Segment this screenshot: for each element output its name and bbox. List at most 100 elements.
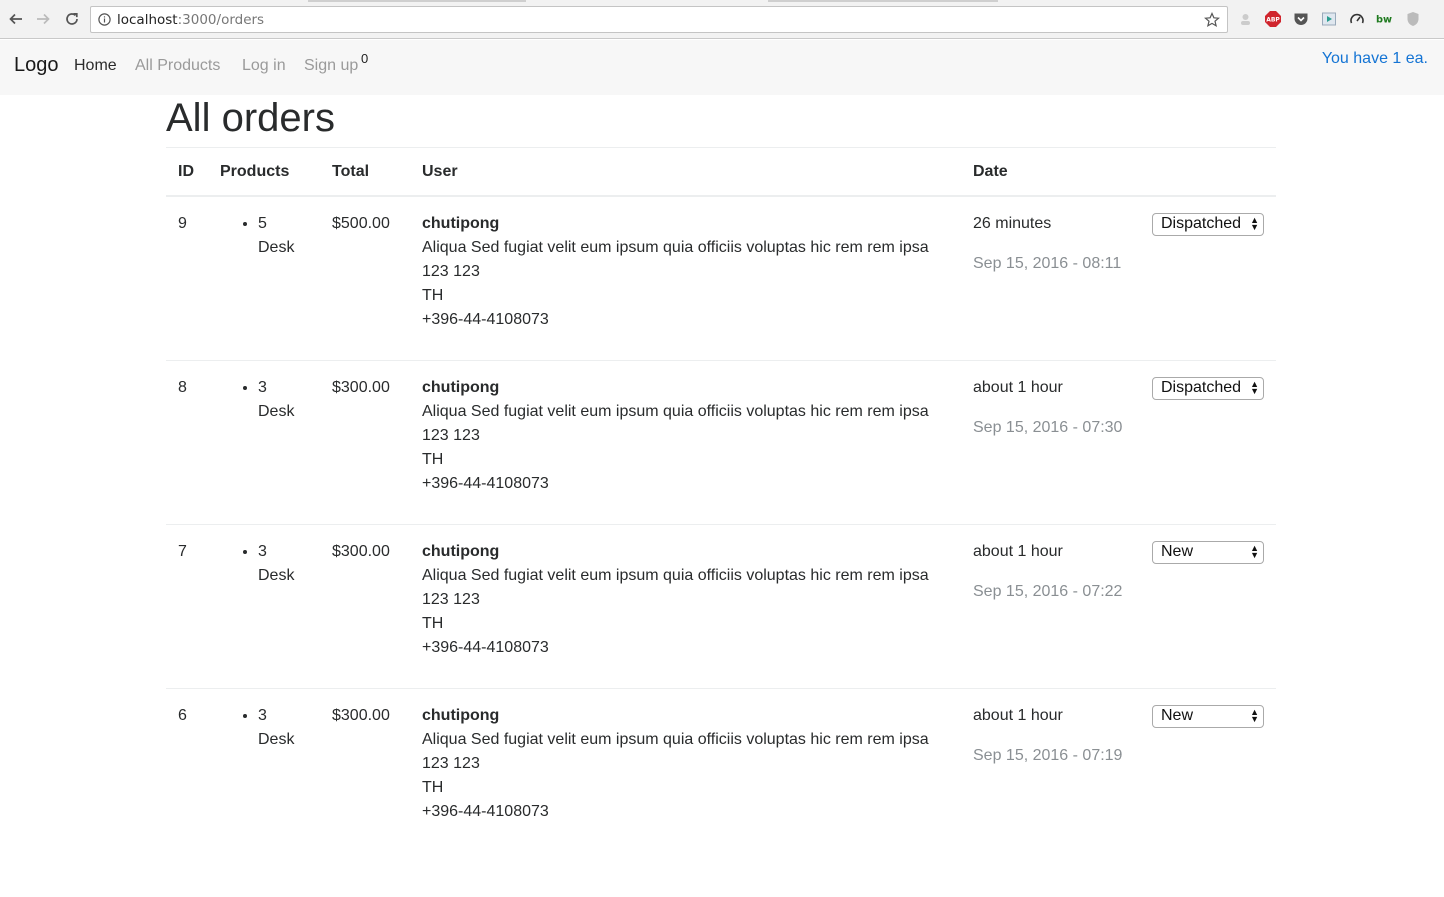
user-name: chutipong: [422, 215, 500, 232]
date-absolute: Sep 15, 2016 - 07:19: [973, 747, 1123, 764]
reload-icon[interactable]: [61, 8, 83, 30]
product-list: 3 Desk: [220, 704, 308, 752]
user-country: TH: [422, 287, 444, 304]
user-country: TH: [422, 451, 444, 468]
status-value: New: [1161, 543, 1194, 560]
user-name: chutipong: [422, 543, 500, 560]
table-row: 9 5 Desk $500.00 chutipong Aliqua Sed fug…: [166, 196, 1276, 361]
url-text: localhost:3000/orders: [117, 12, 264, 28]
order-total: $500.00: [332, 215, 390, 232]
order-date: about 1 hour Sep 15, 2016 - 07:30: [961, 360, 1140, 525]
site-navbar: Logo Home All Products Log in Sign up 0 …: [0, 40, 1444, 95]
svg-text:ABP: ABP: [1266, 17, 1280, 24]
table-header-row: ID Products Total User Date: [166, 147, 1276, 197]
date-absolute: Sep 15, 2016 - 07:22: [973, 583, 1123, 600]
order-status-cell: Dispatched ▲ ▼: [1140, 196, 1276, 361]
user-address: Aliqua Sed fugiat velit eum ipsum quia o…: [422, 239, 929, 256]
svg-text:bw: bw: [1376, 15, 1392, 26]
cart-count-badge: 0: [361, 51, 369, 66]
user-phone: +396-44-4108073: [422, 639, 549, 656]
order-user: chutipong Aliqua Sed fugiat velit eum ip…: [410, 688, 961, 852]
header-products: Products: [208, 147, 320, 197]
product-list: 3 Desk: [220, 376, 308, 424]
speed-icon[interactable]: [1349, 11, 1365, 27]
user-postcode: 123 123: [422, 755, 480, 772]
bookmark-star-icon[interactable]: [1204, 12, 1220, 33]
order-total: $300.00: [320, 360, 410, 525]
user-address: Aliqua Sed fugiat velit eum ipsum quia o…: [422, 731, 929, 748]
date-relative: about 1 hour: [973, 707, 1063, 724]
date-relative: 26 minutes: [973, 215, 1052, 232]
order-products: 3 Desk: [208, 360, 320, 525]
order-status-cell: New ▲ ▼: [1140, 688, 1276, 852]
page-title: All orders: [166, 96, 335, 140]
url-path: :3000/orders: [177, 12, 265, 28]
product-qty: 5: [258, 215, 267, 232]
brand-logo[interactable]: Logo: [14, 54, 59, 77]
extension-person-icon[interactable]: [1237, 11, 1253, 27]
address-bar[interactable]: localhost:3000/orders: [90, 6, 1228, 33]
user-country: TH: [422, 779, 444, 796]
product-list: 3 Desk: [220, 540, 308, 588]
info-icon[interactable]: [98, 13, 111, 31]
status-value: Dispatched: [1161, 215, 1242, 232]
select-arrows-icon: ▲ ▼: [1250, 707, 1259, 724]
order-id: 6: [166, 688, 208, 852]
date-relative: about 1 hour: [973, 379, 1063, 396]
user-phone: +396-44-4108073: [422, 311, 549, 328]
order-total: $300.00: [320, 524, 410, 689]
order-products: 5 Desk: [208, 196, 320, 361]
product-item: 3 Desk: [258, 540, 308, 588]
orders-table: ID Products Total User Date 9 5 Desk $500…: [166, 147, 1276, 852]
shield-icon[interactable]: [1405, 11, 1421, 27]
order-date: about 1 hour Sep 15, 2016 - 07:22: [961, 524, 1140, 689]
table-row: 7 3 Desk $300.00 chutipong Aliqua Sed fug…: [166, 524, 1276, 689]
order-user: chutipong Aliqua Sed fugiat velit eum ip…: [410, 524, 961, 689]
url-host: localhost: [117, 12, 178, 28]
user-postcode: 123 123: [422, 427, 480, 444]
select-arrows-icon: ▲ ▼: [1250, 215, 1259, 232]
table-row: 6 3 Desk $300.00 chutipong Aliqua Sed fug…: [166, 688, 1276, 852]
user-phone: +396-44-4108073: [422, 475, 549, 492]
back-arrow-icon[interactable]: [5, 8, 27, 30]
product-item: 3 Desk: [258, 376, 308, 424]
order-user: chutipong Aliqua Sed fugiat velit eum ip…: [410, 196, 961, 361]
order-products: 3 Desk: [208, 524, 320, 689]
header-total: Total: [320, 147, 410, 197]
order-status-cell: New ▲ ▼: [1140, 524, 1276, 689]
header-status: [1140, 147, 1276, 197]
product-list: 5 Desk: [220, 212, 308, 260]
header-user: User: [410, 147, 961, 197]
order-products: 3 Desk: [208, 688, 320, 852]
browser-toolbar: localhost:3000/orders ABP bw: [0, 0, 1444, 39]
order-id: 7: [166, 524, 208, 689]
cart-link[interactable]: You have 1 ea.: [1322, 50, 1428, 68]
adblock-icon[interactable]: ABP: [1265, 11, 1281, 27]
extension-bw-icon[interactable]: bw: [1376, 11, 1392, 27]
order-user: chutipong Aliqua Sed fugiat velit eum ip…: [410, 360, 961, 525]
status-select[interactable]: Dispatched ▲ ▼: [1152, 212, 1264, 236]
nav-link-sign-up[interactable]: Sign up: [304, 57, 358, 75]
product-item: 3 Desk: [258, 704, 308, 752]
nav-link-home[interactable]: Home: [74, 57, 117, 75]
nav-link-log-in[interactable]: Log in: [242, 57, 286, 75]
nav-link-all-products[interactable]: All Products: [135, 57, 220, 75]
user-postcode: 123 123: [422, 591, 480, 608]
user-address: Aliqua Sed fugiat velit eum ipsum quia o…: [422, 567, 929, 584]
cast-icon[interactable]: [1321, 11, 1337, 27]
pocket-icon[interactable]: [1293, 11, 1309, 27]
status-select[interactable]: Dispatched ▲ ▼: [1152, 376, 1264, 400]
table-row: 8 3 Desk $300.00 chutipong Aliqua Sed fug…: [166, 360, 1276, 525]
user-name: chutipong: [422, 707, 500, 724]
status-select[interactable]: New ▲ ▼: [1152, 540, 1264, 564]
user-phone: +396-44-4108073: [422, 803, 549, 820]
forward-arrow-icon[interactable]: [32, 8, 54, 30]
order-id: 8: [166, 360, 208, 525]
product-name: Desk: [258, 567, 295, 584]
select-arrows-icon: ▲ ▼: [1250, 379, 1259, 396]
date-absolute: Sep 15, 2016 - 07:30: [973, 419, 1123, 436]
status-value: New: [1161, 707, 1194, 724]
product-name: Desk: [258, 403, 295, 420]
status-select[interactable]: New ▲ ▼: [1152, 704, 1264, 728]
product-name: Desk: [258, 731, 295, 748]
